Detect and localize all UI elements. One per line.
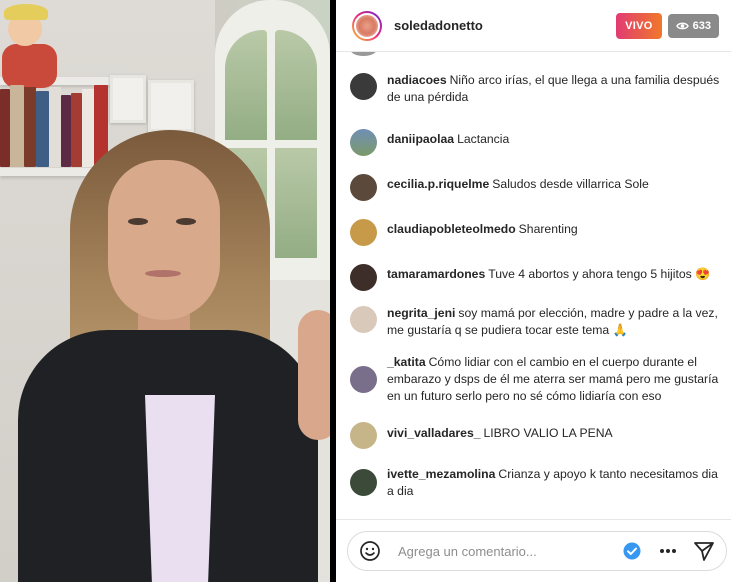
comment-text-block: nadiacoes Niño arco irías, el que llega a… xyxy=(387,72,725,106)
picture-frame xyxy=(110,75,146,123)
comment-item: ivette_mezamolina Crianza y apoyo k tanto… xyxy=(350,466,725,500)
comment-item: claudiapobleteolmedo Sharenting xyxy=(350,218,725,246)
more-dots-icon[interactable] xyxy=(654,537,682,565)
comment-body: Saludos desde villarrica Sole xyxy=(492,177,649,191)
presenter-eye xyxy=(128,218,148,225)
comment-text-block: negrita_jeni soy mamá por elección, madre… xyxy=(387,305,725,339)
eye-icon xyxy=(675,22,689,29)
live-video[interactable] xyxy=(0,0,330,582)
presenter-face xyxy=(108,160,220,320)
comment-text-block: vivi_valladares_ LIBRO VALIO LA PENA xyxy=(387,425,613,442)
comment-avatar[interactable] xyxy=(350,174,377,201)
comment-body: Lactancia xyxy=(457,132,510,146)
footer-divider xyxy=(336,519,731,520)
comment-username[interactable]: tamaramardones xyxy=(387,267,485,281)
comment-body: Tuve 4 abortos y ahora tengo 5 hijitos 😍 xyxy=(488,267,711,281)
comment-username[interactable]: claudiapobleteolmedo xyxy=(387,222,516,236)
presenter-mouth xyxy=(145,270,181,277)
comment-composer xyxy=(347,531,727,571)
comment-username[interactable]: cecilia.p.riquelme xyxy=(387,177,489,191)
comment-username[interactable]: daniipaolaa xyxy=(387,132,454,146)
toy-figure-body xyxy=(2,44,57,88)
host-avatar[interactable] xyxy=(352,10,382,41)
comment-body: LIBRO VALIO LA PENA xyxy=(483,426,613,440)
comment-text-block: claudiapobleteolmedo Sharenting xyxy=(387,221,578,238)
comment-input[interactable] xyxy=(398,543,618,559)
verified-check-icon[interactable] xyxy=(618,537,646,565)
partial-avatar xyxy=(350,52,377,56)
comment-body: Sharenting xyxy=(518,222,578,236)
comment-avatar[interactable] xyxy=(350,366,377,393)
comment-item: vivi_valladares_ LIBRO VALIO LA PENA xyxy=(350,421,725,449)
picture-frame xyxy=(148,80,194,132)
comment-avatar[interactable] xyxy=(350,469,377,496)
toy-figure-hat xyxy=(4,4,48,20)
comment-text-block: _katita Cómo lidiar con el cambio en el c… xyxy=(387,354,725,405)
live-badge: VIVO xyxy=(616,12,662,39)
comment-text-block: cecilia.p.riquelme Saludos desde villarri… xyxy=(387,176,649,193)
comment-list[interactable]: nadiacoes Niño arco irías, el que llega a… xyxy=(336,52,731,520)
comment-username[interactable]: ivette_mezamolina xyxy=(387,467,495,481)
comment-username[interactable]: vivi_valladares_ xyxy=(387,426,481,440)
smiley-icon[interactable] xyxy=(356,537,384,565)
comment-text-block: ivette_mezamolina Crianza y apoyo k tanto… xyxy=(387,466,725,500)
live-header: soledadonetto VIVO 633 xyxy=(336,0,731,52)
comment-avatar[interactable] xyxy=(350,219,377,246)
comment-avatar[interactable] xyxy=(350,73,377,100)
comment-item: daniipaolaa Lactancia xyxy=(350,128,725,156)
comment-avatar[interactable] xyxy=(350,264,377,291)
comment-item: negrita_jeni soy mamá por elección, madre… xyxy=(350,305,725,339)
comment-username[interactable]: _katita xyxy=(387,355,426,369)
comment-username[interactable]: nadiacoes xyxy=(387,73,447,87)
viewer-count: 633 xyxy=(692,19,711,32)
comment-text-block: tamaramardones Tuve 4 abortos y ahora ten… xyxy=(387,266,710,283)
comment-avatar[interactable] xyxy=(350,129,377,156)
comment-item: cecilia.p.riquelme Saludos desde villarri… xyxy=(350,173,725,201)
comment-body: Cómo lidiar con el cambio en el cuerpo d… xyxy=(387,355,719,403)
comment-username[interactable]: negrita_jeni xyxy=(387,306,455,320)
comment-text-block: daniipaolaa Lactancia xyxy=(387,131,509,148)
comment-item: _katita Cómo lidiar con el cambio en el c… xyxy=(350,354,725,405)
viewer-count-badge[interactable]: 633 xyxy=(667,13,719,38)
comment-item: tamaramardones Tuve 4 abortos y ahora ten… xyxy=(350,263,725,291)
presenter-shirt xyxy=(145,395,215,582)
comment-item: nadiacoes Niño arco irías, el que llega a… xyxy=(350,72,725,106)
presenter-eye xyxy=(176,218,196,225)
paper-plane-icon[interactable] xyxy=(690,537,718,565)
bookshelf-books xyxy=(0,85,110,167)
presenter-hand xyxy=(298,310,330,440)
comment-avatar[interactable] xyxy=(350,422,377,449)
host-username[interactable]: soledadonetto xyxy=(394,18,616,33)
comment-avatar[interactable] xyxy=(350,306,377,333)
